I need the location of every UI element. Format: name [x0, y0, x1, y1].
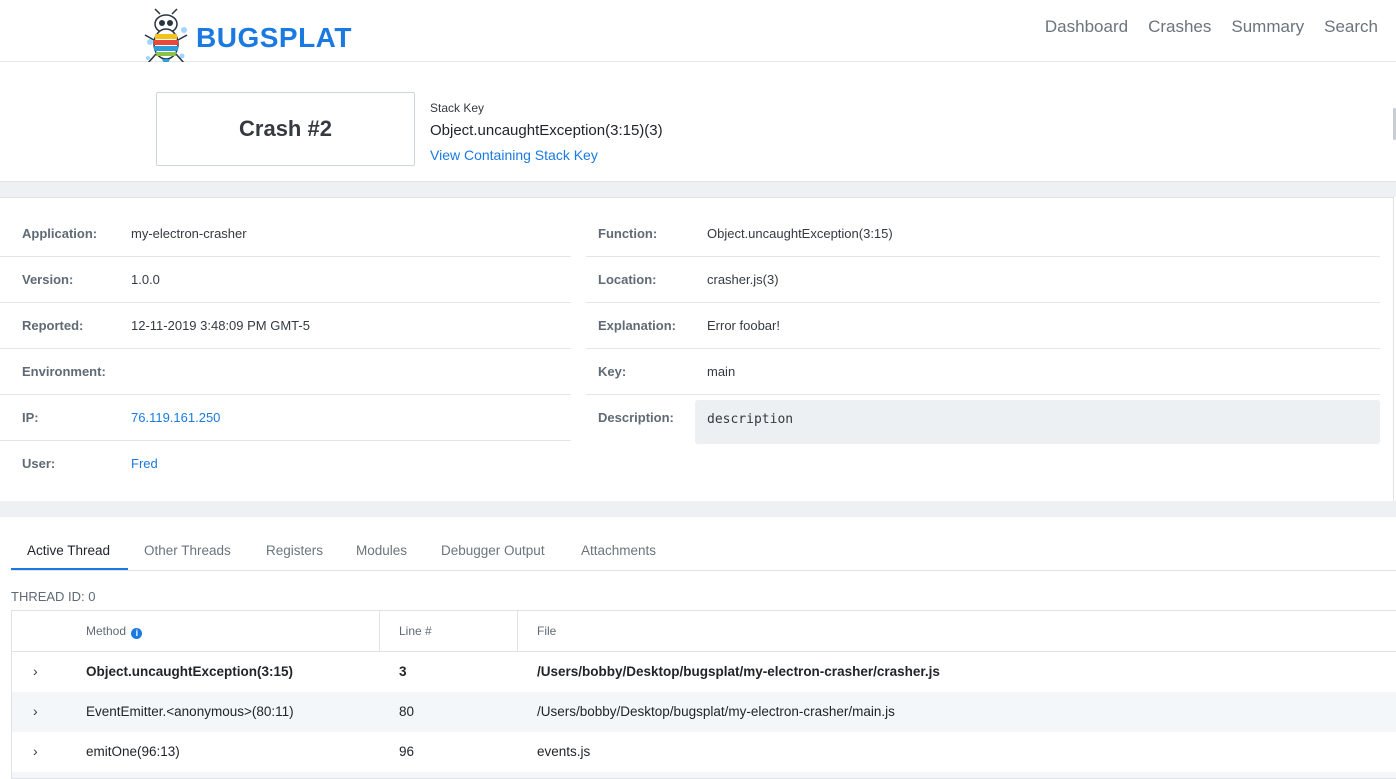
function-value: Object.uncaughtException(3:15): [707, 226, 893, 241]
detail-row-user: User: Fred: [0, 441, 571, 486]
location-value: crasher.js(3): [707, 272, 779, 287]
tab-modules[interactable]: Modules: [356, 532, 407, 570]
tab-attachments[interactable]: Attachments: [581, 532, 656, 570]
detail-row-function: Function: Object.uncaughtException(3:15): [586, 211, 1380, 257]
thread-id-label: THREAD ID: 0: [11, 589, 96, 604]
detail-label: Explanation:: [598, 318, 677, 333]
detail-row-key: Key: main: [586, 349, 1380, 395]
chevron-right-icon[interactable]: ›: [33, 732, 38, 772]
stack-key-label: Stack Key: [430, 101, 485, 115]
method-cell: Object.uncaughtException(3:15): [86, 664, 294, 679]
table-row[interactable]: › Object.uncaughtException(3:15) 3 /User…: [12, 652, 1396, 692]
detail-label: IP:: [22, 410, 39, 425]
application-value: my-electron-crasher: [131, 226, 247, 241]
section-divider: [0, 182, 1396, 197]
logo-text: BUGSPLAT: [196, 22, 352, 53]
details-left-column: Application: my-electron-crasher Version…: [0, 211, 571, 486]
ip-link[interactable]: 76.119.161.250: [131, 410, 220, 425]
detail-row-application: Application: my-electron-crasher: [0, 211, 571, 257]
detail-label: Function:: [598, 226, 658, 241]
nav-link-crashes[interactable]: Crashes: [1148, 17, 1211, 37]
detail-label: User:: [22, 456, 56, 471]
file-cell: events.js: [537, 744, 591, 759]
user-link[interactable]: Fred: [131, 456, 158, 471]
detail-label: Environment:: [22, 364, 106, 379]
chevron-right-icon[interactable]: ›: [33, 652, 38, 692]
table-row[interactable]: › emitOne(96:13) 96 events.js: [12, 732, 1396, 772]
line-column-header[interactable]: Line #: [399, 611, 432, 651]
stack-frames-table: Method i Line # File › Object.uncaughtEx…: [11, 610, 1396, 779]
method-cell: EventEmitter.<anonymous>(80:11): [86, 704, 294, 719]
detail-row-location: Location: crasher.js(3): [586, 257, 1380, 303]
chevron-right-icon[interactable]: ›: [33, 692, 38, 732]
version-value: 1.0.0: [131, 272, 160, 287]
nav-link-summary[interactable]: Summary: [1231, 17, 1304, 37]
tab-other-threads[interactable]: Other Threads: [144, 532, 231, 570]
method-header-label: Method: [86, 624, 127, 638]
table-header: Method i Line # File: [12, 611, 1396, 652]
crash-details-card: Application: my-electron-crasher Version…: [0, 197, 1394, 502]
nav-link-search[interactable]: Search: [1324, 17, 1378, 37]
detail-row-version: Version: 1.0.0: [0, 257, 571, 303]
detail-row-explanation: Explanation: Error foobar!: [586, 303, 1380, 349]
stack-key-value: Object.uncaughtException(3:15)(3): [430, 122, 663, 139]
detail-row-environment: Environment:: [0, 349, 571, 395]
detail-row-reported: Reported: 12-11-2019 3:48:09 PM GMT-5: [0, 303, 571, 349]
detail-label: Version:: [22, 272, 74, 287]
top-navbar: BUGSPLAT Dashboard Crashes Summary Searc…: [0, 0, 1396, 68]
explanation-value: Error foobar!: [707, 318, 780, 333]
file-cell: /Users/bobby/Desktop/bugsplat/my-electro…: [537, 664, 940, 679]
detail-label: Description:: [598, 410, 674, 425]
crash-title: Crash #2: [156, 92, 415, 166]
detail-label: Location:: [598, 272, 657, 287]
table-row[interactable]: › EventEmitter.<anonymous>(80:11) 80 /Us…: [12, 692, 1396, 732]
info-icon[interactable]: i: [131, 628, 143, 639]
key-value: main: [707, 364, 736, 379]
file-cell: /Users/bobby/Desktop/bugsplat/my-electro…: [537, 704, 895, 719]
section-divider: [0, 501, 1396, 517]
detail-label: Application:: [22, 226, 98, 241]
reported-value: 12-11-2019 3:48:09 PM GMT-5: [131, 318, 310, 333]
column-divider[interactable]: [517, 611, 518, 651]
column-divider[interactable]: [379, 611, 380, 651]
description-field[interactable]: description: [695, 400, 1380, 444]
detail-row-description: Description: description: [586, 395, 1380, 444]
table-row-partial: [12, 772, 1396, 778]
thread-tabs: Active Thread Other Threads Registers Mo…: [11, 532, 1396, 571]
nav-link-dashboard[interactable]: Dashboard: [1045, 17, 1128, 37]
file-column-header[interactable]: File: [537, 611, 556, 651]
detail-label: Key:: [598, 364, 627, 379]
line-cell: 3: [399, 664, 407, 679]
details-right-column: Function: Object.uncaughtException(3:15)…: [586, 211, 1380, 444]
tab-active-thread[interactable]: Active Thread: [11, 532, 128, 570]
line-cell: 80: [399, 704, 415, 719]
nav-links: Dashboard Crashes Summary Search: [1045, 17, 1378, 37]
tab-registers[interactable]: Registers: [266, 532, 323, 570]
detail-label: Reported:: [22, 318, 84, 333]
tab-debugger-output[interactable]: Debugger Output: [441, 532, 545, 570]
method-column-header[interactable]: Method i: [86, 611, 143, 651]
crash-header: Crash #2 Stack Key Object.uncaughtExcept…: [0, 62, 1396, 182]
method-cell: emitOne(96:13): [86, 744, 180, 759]
detail-row-ip: IP: 76.119.161.250: [0, 395, 571, 441]
line-cell: 96: [399, 744, 415, 759]
view-stack-key-link[interactable]: View Containing Stack Key: [430, 147, 598, 163]
